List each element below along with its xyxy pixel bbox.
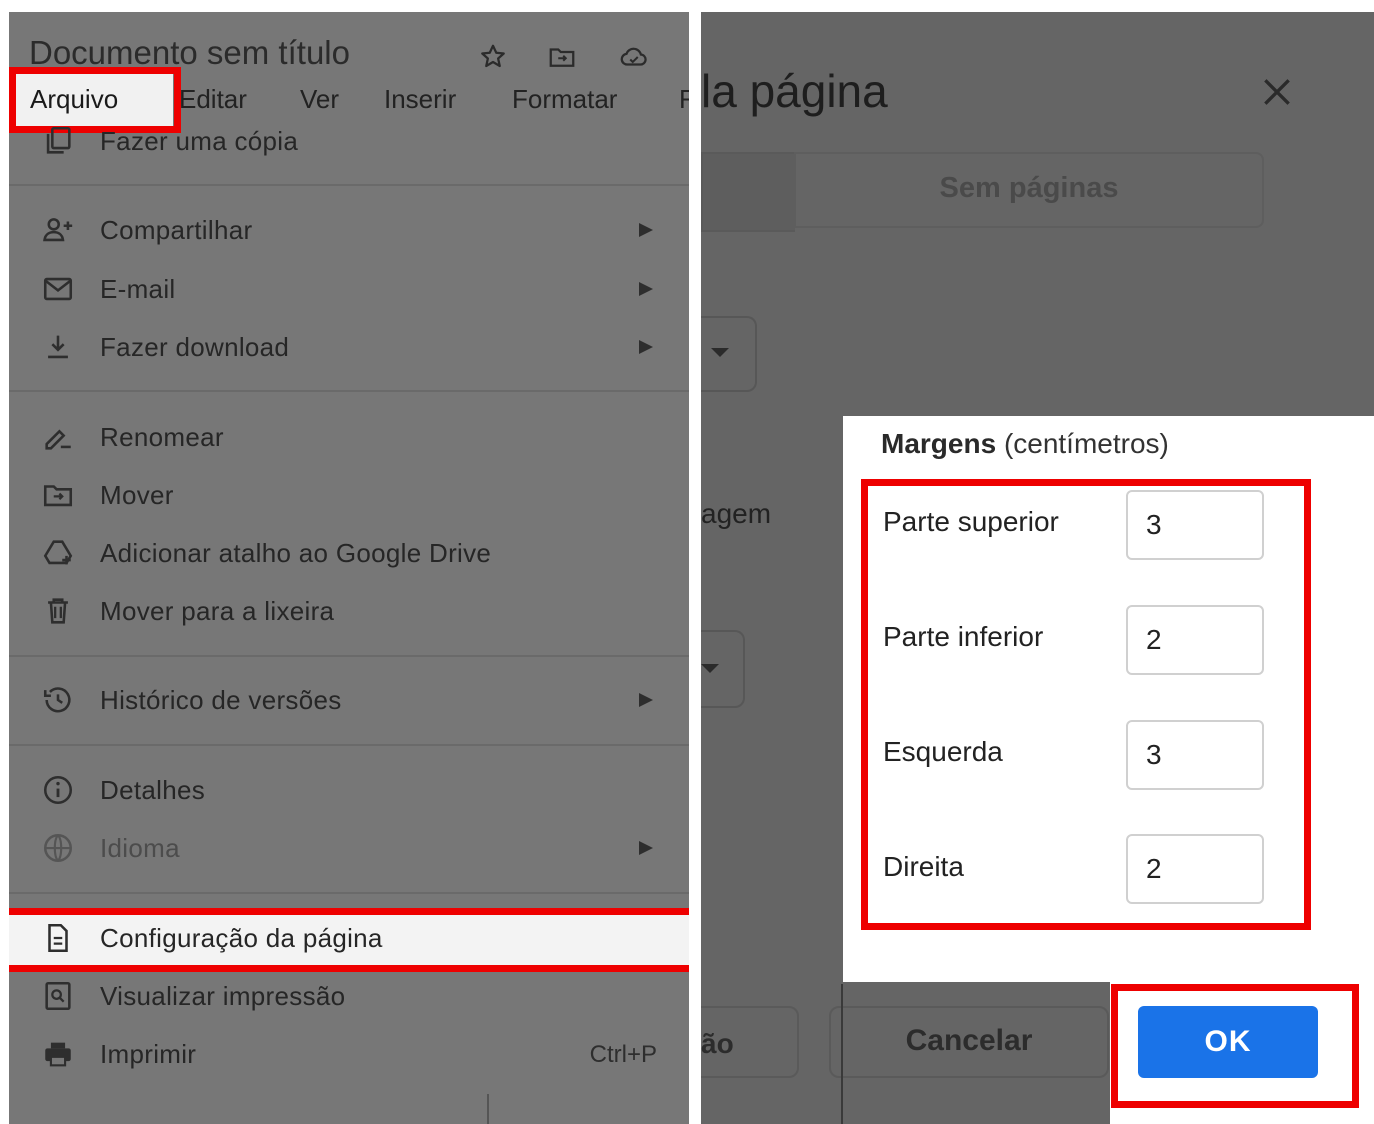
mail-icon — [41, 272, 75, 306]
copy-icon — [41, 124, 75, 158]
dialog-divider-line — [841, 984, 843, 1124]
menu-truncated[interactable]: F — [679, 84, 689, 115]
menu-item-label: Detalhes — [100, 775, 206, 805]
menu-divider — [9, 655, 689, 657]
menu-item-label: Histórico de versões — [100, 685, 342, 715]
submenu-arrow-icon — [639, 282, 653, 296]
orientation-label-fragment: agem — [701, 498, 772, 529]
menu-item-label: Fazer download — [100, 332, 290, 362]
tab-no-pages-label: Sem páginas — [939, 172, 1119, 204]
menu-divider — [9, 892, 689, 894]
menu-divider — [9, 744, 689, 746]
menu-item-print-preview[interactable]: Visualizar impressão — [9, 969, 689, 1023]
margins-highlight-box — [861, 479, 1311, 930]
menu-item-label: Idioma — [100, 833, 180, 863]
margins-heading: Margens (centímetros) — [881, 428, 1169, 460]
menu-item-label: Imprimir — [100, 1039, 197, 1069]
menu-item-move[interactable]: Mover — [9, 468, 689, 522]
submenu-arrow-icon — [639, 340, 653, 354]
submenu-arrow-icon — [639, 841, 653, 855]
page-setup-dialog: la página Sem páginas agem ão Cancelar M… — [701, 12, 1374, 1124]
tab-pages[interactable] — [701, 152, 795, 232]
menu-item-share[interactable]: Compartilhar — [9, 203, 689, 257]
menu-item-make-copy[interactable]: Fazer uma cópia — [9, 114, 689, 168]
submenu-arrow-icon — [639, 223, 653, 237]
rename-pencil-icon — [41, 420, 75, 454]
info-icon — [41, 773, 75, 807]
drive-shortcut-icon — [41, 536, 75, 570]
menu-ver[interactable]: Ver — [300, 84, 339, 115]
menu-item-label: E-mail — [100, 274, 176, 304]
globe-icon — [41, 831, 75, 865]
page-setup-highlight-box — [9, 908, 689, 972]
menu-item-label: Mover — [100, 480, 174, 510]
menu-item-details[interactable]: Detalhes — [9, 763, 689, 817]
add-person-icon — [41, 213, 75, 247]
menu-item-label: Adicionar atalho ao Google Drive — [100, 538, 492, 568]
chevron-down-icon — [711, 348, 729, 357]
download-icon — [41, 330, 75, 364]
menu-item-language: Idioma — [9, 821, 689, 875]
menu-item-download[interactable]: Fazer download — [9, 320, 689, 374]
print-shortcut: Ctrl+P — [589, 1041, 657, 1068]
menu-item-trash[interactable]: Mover para a lixeira — [9, 584, 689, 638]
menu-inserir[interactable]: Inserir — [384, 84, 456, 115]
menu-item-add-shortcut[interactable]: Adicionar atalho ao Google Drive — [9, 526, 689, 580]
menu-item-print[interactable]: Imprimir Ctrl+P — [9, 1027, 689, 1081]
ok-highlight-box — [1111, 984, 1359, 1108]
menu-item-rename[interactable]: Renomear — [9, 410, 689, 464]
set-default-label-fragment: ão — [701, 1028, 734, 1059]
google-docs-file-menu-panel: Documento sem título Arquivo Editar Ver … — [9, 12, 689, 1124]
menu-edge-line — [487, 1094, 489, 1124]
margins-section: Margens (centímetros) Parte superior Par… — [843, 416, 1374, 982]
menu-item-label: Fazer uma cópia — [100, 126, 299, 156]
margins-unit: (centímetros) — [1003, 428, 1169, 459]
dialog-title: la página — [701, 65, 888, 117]
menu-item-email[interactable]: E-mail — [9, 262, 689, 316]
cancel-button-label: Cancelar — [905, 1024, 1033, 1057]
margins-heading-label: Margens — [881, 428, 997, 459]
menu-divider — [9, 184, 689, 186]
menu-item-label: Renomear — [100, 422, 224, 452]
cloud-status-icon[interactable] — [617, 42, 651, 72]
print-preview-icon — [41, 979, 75, 1013]
menu-item-label: Visualizar impressão — [100, 981, 346, 1011]
menu-item-label: Mover para a lixeira — [100, 596, 335, 626]
printer-icon — [41, 1037, 75, 1071]
move-folder-icon[interactable] — [545, 42, 579, 72]
submenu-arrow-icon — [639, 693, 653, 707]
chevron-down-icon — [701, 664, 719, 673]
menu-divider — [9, 390, 689, 392]
trash-icon — [41, 594, 75, 628]
close-icon[interactable] — [1257, 72, 1297, 112]
menu-formatar[interactable]: Formatar — [512, 84, 617, 115]
move-folder-icon — [41, 478, 75, 512]
menu-item-version-history[interactable]: Histórico de versões — [9, 673, 689, 727]
menu-editar[interactable]: Editar — [179, 84, 247, 115]
star-icon[interactable] — [476, 42, 510, 72]
orientation-dropdown[interactable] — [701, 316, 757, 392]
history-icon — [41, 683, 75, 717]
menu-item-label: Compartilhar — [100, 215, 253, 245]
